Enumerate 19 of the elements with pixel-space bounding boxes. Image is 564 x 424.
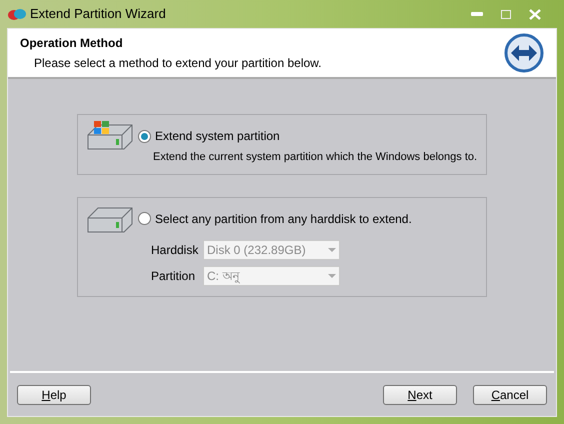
window-title: Extend Partition Wizard <box>30 5 166 24</box>
option-label[interactable]: Extend system partition <box>155 127 280 145</box>
field-label: Harddisk <box>151 242 200 258</box>
maximize-icon[interactable] <box>501 10 511 18</box>
app-icon <box>8 7 26 21</box>
header-title: Operation Method <box>20 35 124 52</box>
dialog-button[interactable]: Next <box>383 384 457 404</box>
radio-button[interactable] <box>138 130 151 142</box>
dialog-button[interactable]: Help <box>17 384 91 404</box>
dropdown-arrow-icon <box>328 248 336 252</box>
radio-button[interactable] <box>138 212 151 225</box>
dropdown-arrow-icon <box>328 274 336 278</box>
close-icon[interactable] <box>529 8 541 20</box>
header-subtitle: Please select a method to extend your partition below. <box>34 55 322 72</box>
field-label: Partition <box>151 268 196 284</box>
option-label[interactable]: Select any partition from any harddisk to extend. <box>155 210 412 228</box>
dialog-button[interactable]: Cancel <box>473 384 547 404</box>
option-description: Extend the current system partition which the Windows belongs to. <box>153 150 478 165</box>
minimize-icon[interactable] <box>471 11 483 17</box>
